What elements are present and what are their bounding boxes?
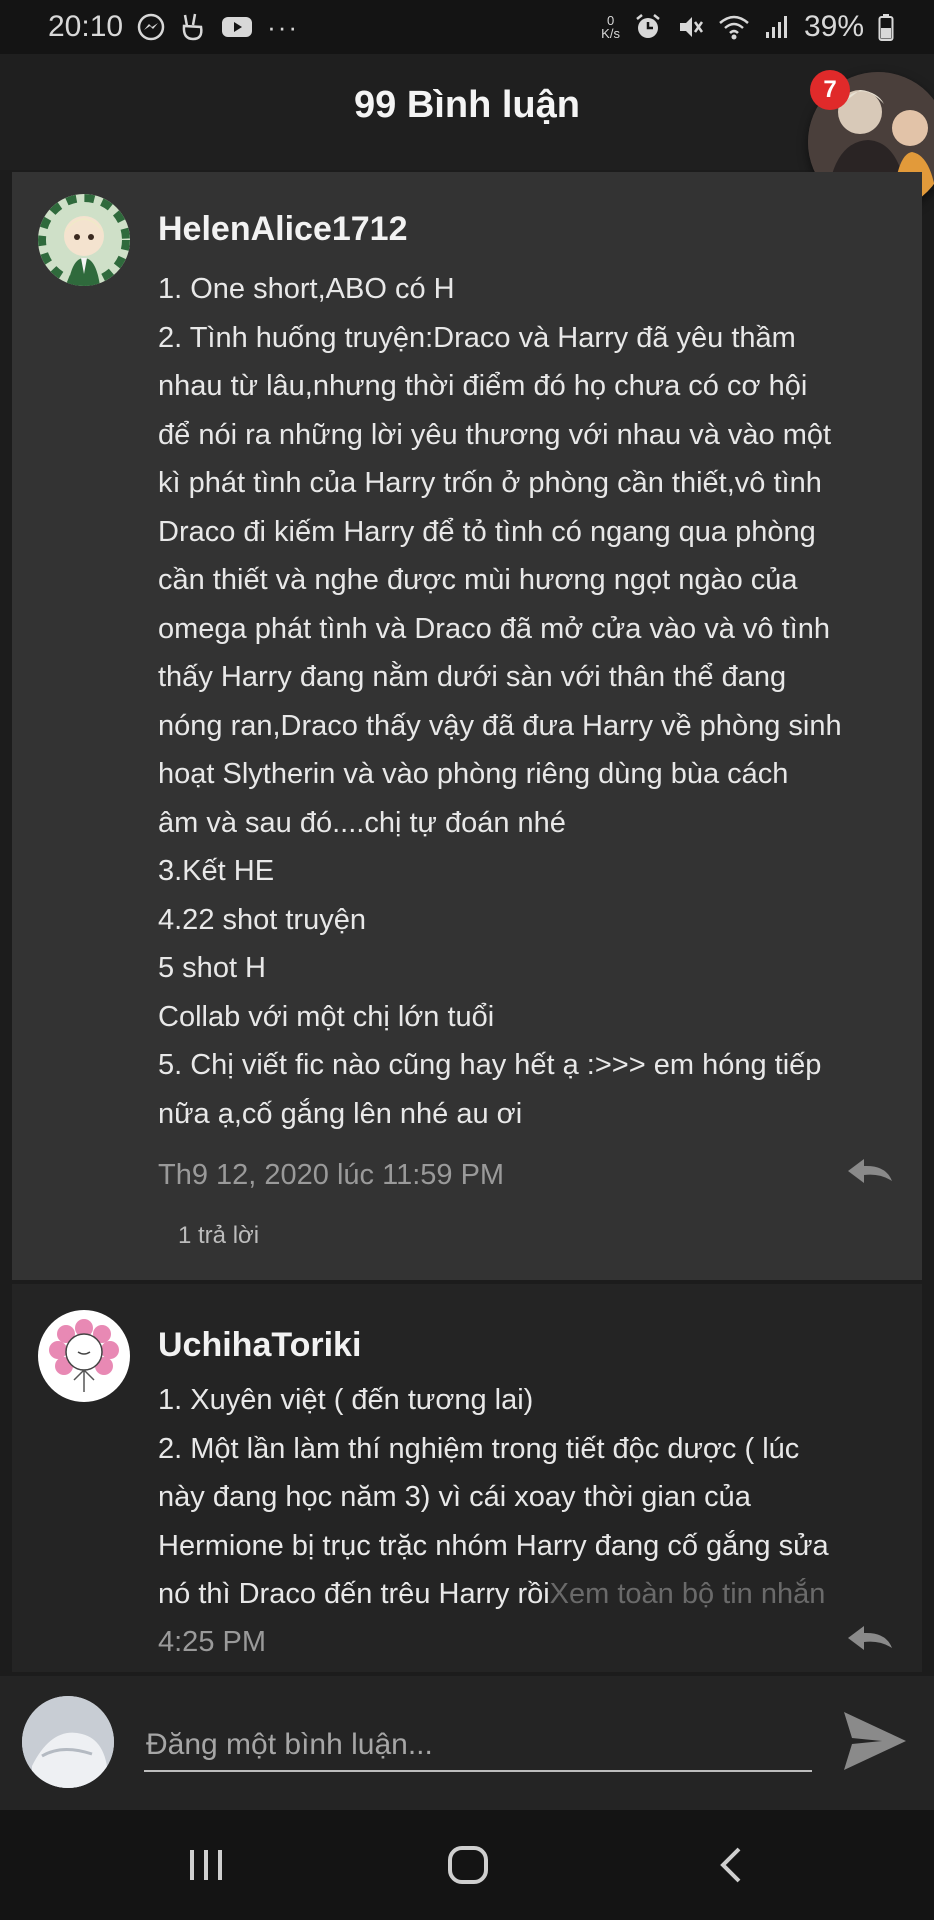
recent-apps-button[interactable] <box>176 1840 236 1890</box>
comment-input[interactable]: Đăng một bình luận... <box>144 1720 812 1772</box>
comment-text-line: 2. Một lần làm thí nghiệm trong tiết độc… <box>158 1432 800 1465</box>
wifi-icon <box>718 14 750 40</box>
username[interactable]: UchihaToriki <box>158 1326 361 1365</box>
peace-hand-icon <box>179 12 207 42</box>
comments-header: 99 Bình luận <box>0 54 934 170</box>
comment-text-line: nhau từ lâu,nhưng thời điểm đó họ chưa c… <box>158 370 808 402</box>
comment-text-line: âm và sau đó....chị tự đoán nhé <box>158 806 566 839</box>
comment-text-line: 1. Xuyên việt ( đến tương lai) <box>158 1384 534 1416</box>
comment-item: UchihaToriki 1. Xuyên việt ( đến tương l… <box>12 1284 922 1672</box>
current-user-avatar <box>22 1696 114 1788</box>
comment-text-line: Collab với một chị lớn tuổi <box>158 1000 495 1033</box>
comment-text-line: Draco đi kiếm Harry để tỏ tình có ngang … <box>158 515 816 548</box>
username[interactable]: HelenAlice1712 <box>158 210 408 249</box>
comment-text-line: Hermione bị trục trặc nhóm Harry đang cố… <box>158 1529 829 1562</box>
network-speed: 0 K/s <box>601 13 620 41</box>
reply-icon[interactable] <box>846 1157 894 1185</box>
comment-text-line: để nói ra những lời yêu thương với nhau … <box>158 418 832 451</box>
comment-text-line: 4.22 shot truyện <box>158 903 366 936</box>
comment-text-line: nữa ạ,cố gắng lên nhé au ơi <box>158 1097 523 1130</box>
comment-text-line: thấy Harry đang nằm dưới sàn với thân th… <box>158 661 787 693</box>
battery-percent: 39% <box>803 10 864 43</box>
comment-text-line-last: nó thì Draco đến trêu Harry rồiXem toàn … <box>158 1570 918 1619</box>
more-notifications-icon: ··· <box>267 11 300 42</box>
see-full-message-link[interactable]: Xem toàn bộ tin nhắn <box>550 1578 826 1610</box>
comment-text-line: cần thiết và nghe được mùi hương ngọt ng… <box>158 564 798 596</box>
comment-text-line: 3.Kết HE <box>158 855 275 887</box>
user-avatar[interactable] <box>38 194 130 286</box>
comment-text-line: 5. Chị viết fic nào cũng hay hết ạ :>>> … <box>158 1049 822 1081</box>
clock: 20:10 <box>48 10 124 43</box>
home-button[interactable] <box>438 1840 498 1890</box>
comment-body: 1. Xuyên việt ( đến tương lai) 2. Một lầ… <box>158 1376 918 1619</box>
page-title: 99 Bình luận <box>354 84 580 126</box>
comment-body: 1. One short,ABO có H 2. Tình huống truy… <box>158 265 918 1138</box>
comment-text-line: này đang học năm 3) vì cái xoay thời gia… <box>158 1481 751 1513</box>
back-button[interactable] <box>700 1840 760 1890</box>
comment-text-line: kì phát tình của Harry trốn ở phòng cần … <box>158 467 822 499</box>
comment-list[interactable]: HelenAlice1712 1. One short,ABO có H 2. … <box>12 172 922 1672</box>
system-nav-bar <box>0 1810 934 1920</box>
comment-text-line: 5 shot H <box>158 952 266 984</box>
signal-icon <box>764 14 790 40</box>
comment-text-line: nóng ran,Draco thấy vậy đã đưa Harry về … <box>158 709 842 742</box>
comment-composer: Đăng một bình luận... <box>0 1676 934 1810</box>
messenger-icon <box>137 13 165 41</box>
mute-icon <box>676 13 704 41</box>
alarm-icon <box>634 13 662 41</box>
user-avatar[interactable] <box>38 1310 130 1402</box>
comment-text-line: omega phát tình và Draco đã mở cửa vào v… <box>158 612 830 645</box>
reply-icon[interactable] <box>846 1624 894 1652</box>
comment-text-line: hoạt Slytherin và vào phòng riêng dùng b… <box>158 758 789 790</box>
comment-text-line: 2. Tình huống truyện:Draco và Harry đã y… <box>158 321 796 354</box>
chat-head-badge: 7 <box>810 70 850 110</box>
comment-item: HelenAlice1712 1. One short,ABO có H 2. … <box>12 172 922 1280</box>
comment-text-fragment: nó thì Draco đến trêu Harry rồi <box>158 1578 550 1610</box>
send-button[interactable] <box>842 1710 908 1772</box>
status-bar: 20:10 ··· 0 K/s 39% <box>0 0 934 54</box>
comment-timestamp: 4:25 PM <box>158 1626 266 1658</box>
view-replies-link[interactable]: 1 trả lời <box>178 1222 259 1250</box>
youtube-icon <box>221 15 253 39</box>
battery-icon <box>878 13 894 41</box>
comment-text-line: 1. One short,ABO có H <box>158 273 455 305</box>
comment-timestamp: Th9 12, 2020 lúc 11:59 PM <box>158 1159 505 1191</box>
